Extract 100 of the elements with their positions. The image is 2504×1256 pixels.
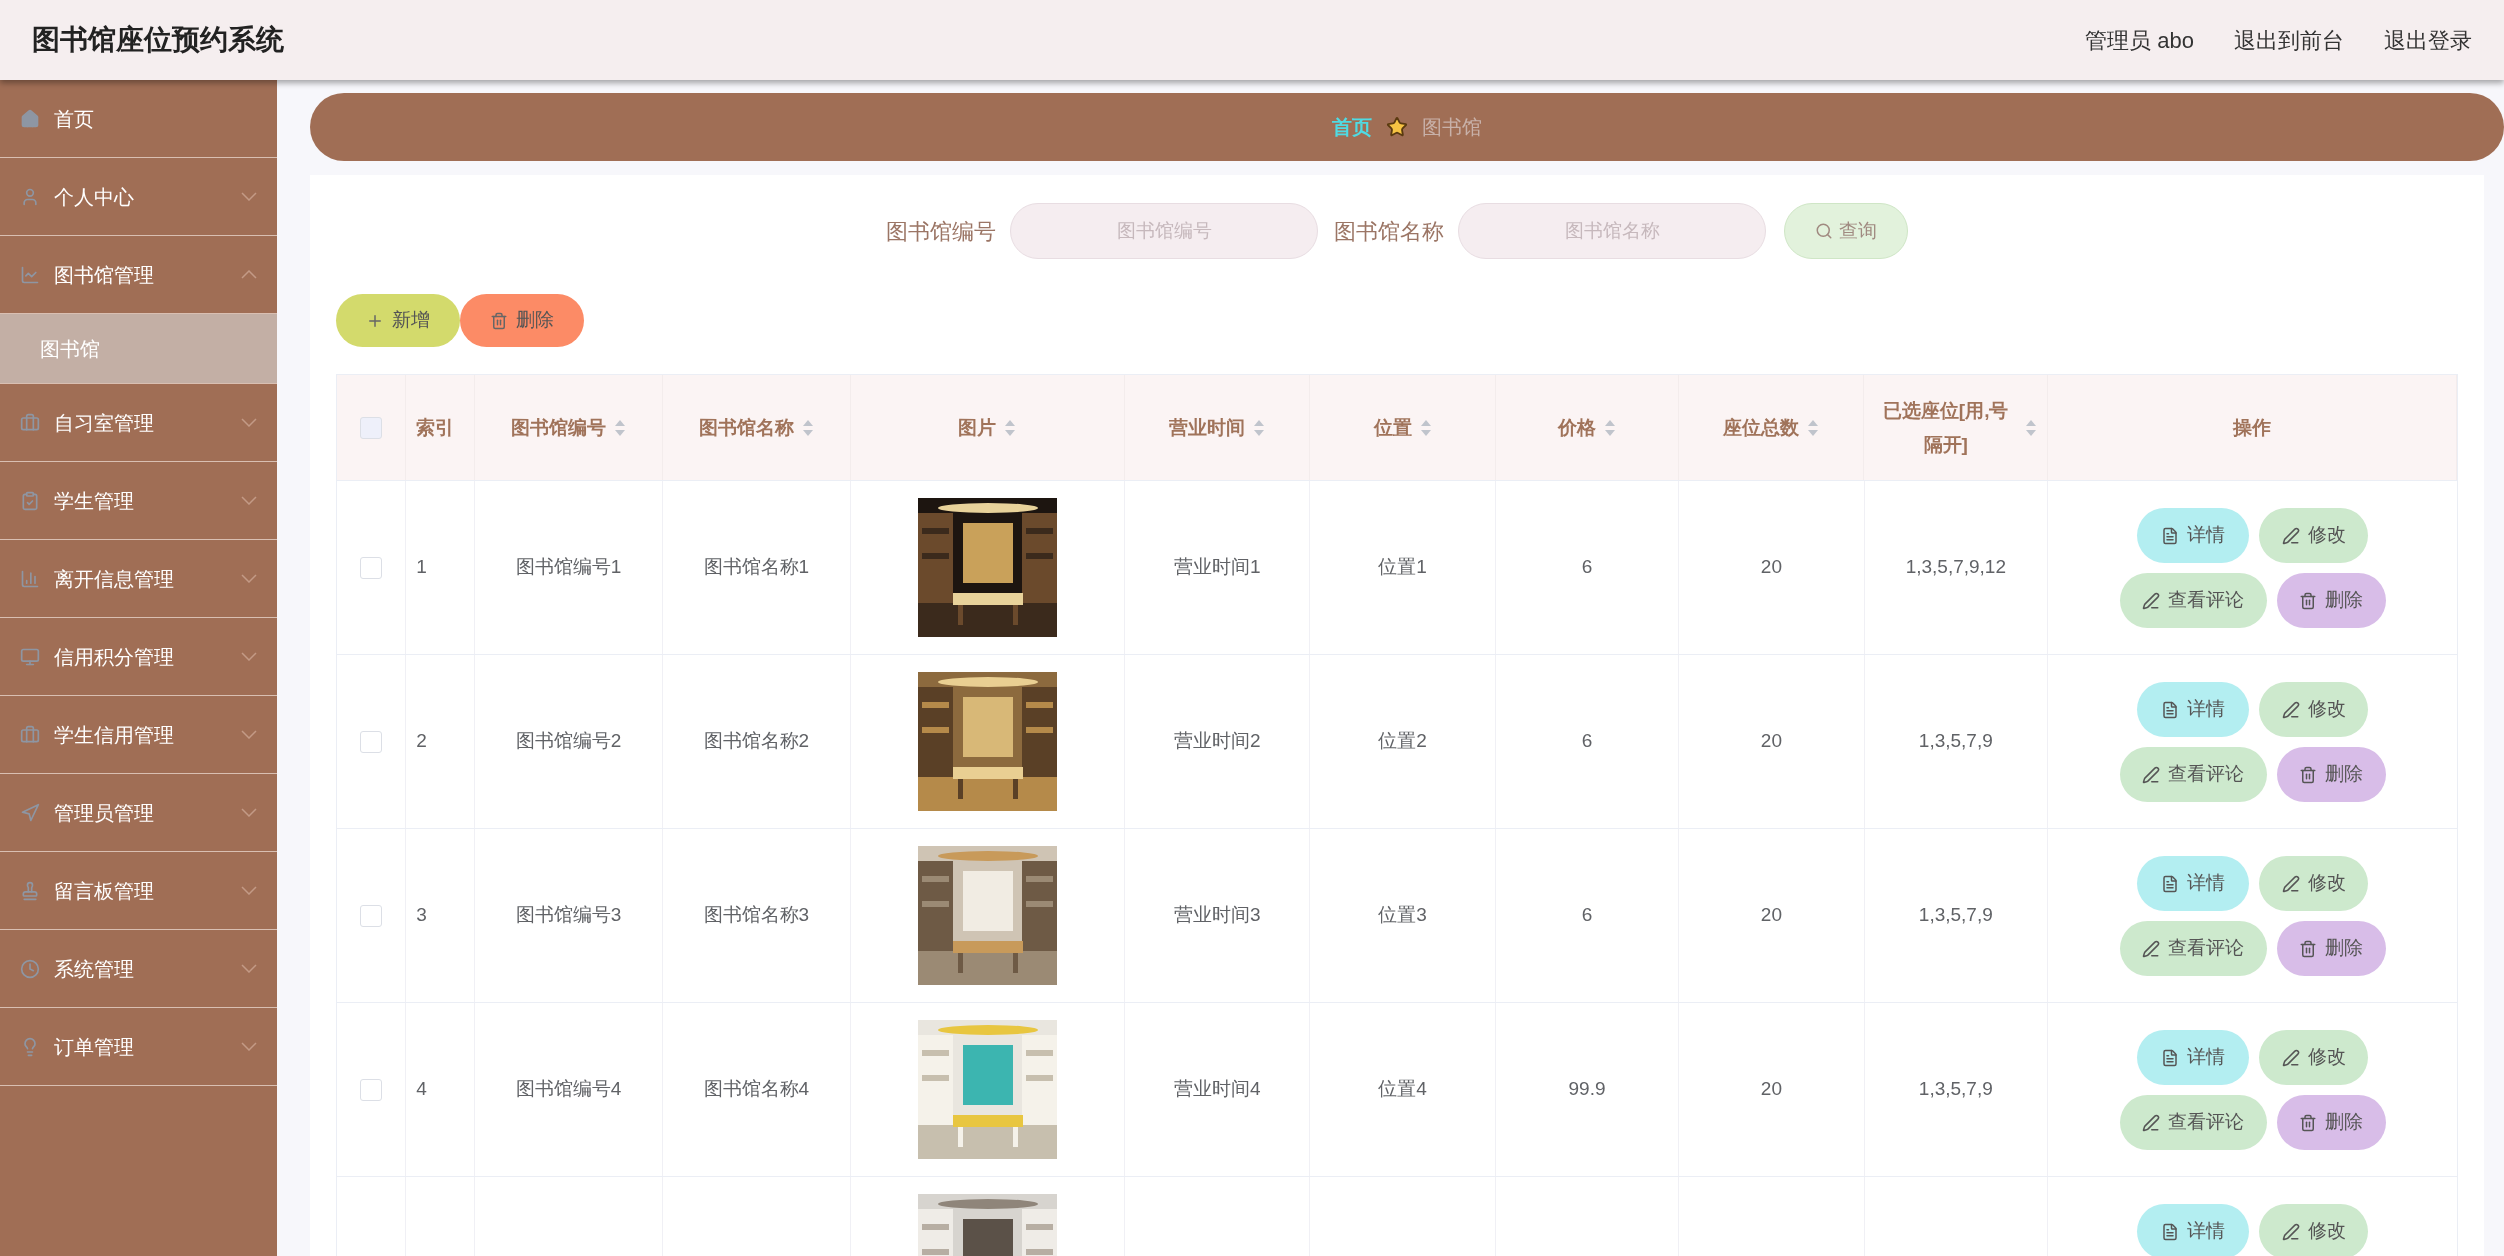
table-cell-text: 2: [416, 729, 427, 754]
sidebar-item[interactable]: 离开信息管理: [0, 540, 277, 618]
table-cell-text: 营业时间3: [1173, 903, 1261, 928]
action-button[interactable]: 查看评论: [2119, 921, 2267, 976]
checkbox[interactable]: [360, 1078, 383, 1101]
table-cell-text: 1: [416, 555, 427, 580]
chevron-down-icon[interactable]: [241, 1042, 257, 1051]
chevron-down-icon[interactable]: [241, 964, 257, 973]
sidebar-item[interactable]: 系统管理: [0, 930, 277, 1008]
chevron-down-icon[interactable]: [241, 730, 257, 739]
sort-icon[interactable]: [801, 418, 814, 437]
sidebar-item[interactable]: 管理员管理: [0, 774, 277, 852]
action-button[interactable]: 删除: [2276, 747, 2386, 802]
edit-icon: [2142, 1113, 2160, 1132]
clipboard-icon: [20, 490, 40, 511]
app-title: 图书馆座位预约系统: [32, 23, 284, 57]
column-header: 图书馆编号: [511, 415, 606, 440]
action-button[interactable]: 查看评论: [2119, 573, 2267, 628]
table-cell-text: 20: [1760, 1077, 1782, 1102]
sort-icon[interactable]: [1603, 418, 1616, 437]
table-cell-text: 图书馆名称1: [703, 555, 810, 580]
table-cell-text: 图书馆编号1: [515, 555, 622, 580]
bar-chart-icon: [20, 568, 40, 589]
table-cell-text: 位置1: [1378, 555, 1427, 580]
action-button[interactable]: 修改: [2259, 508, 2368, 563]
table-cell-text: 图书馆编号4: [515, 1077, 622, 1102]
action-button[interactable]: 查看评论: [2119, 1095, 2267, 1150]
action-button[interactable]: 修改: [2259, 682, 2368, 737]
sort-icon[interactable]: [1004, 418, 1017, 437]
sidebar-item[interactable]: 订单管理: [0, 1008, 277, 1086]
chevron-down-icon[interactable]: [241, 574, 257, 583]
checkbox[interactable]: [360, 416, 383, 439]
star-icon: [1386, 116, 1408, 138]
document-icon: [2161, 526, 2179, 545]
sort-icon[interactable]: [1419, 418, 1432, 437]
table-cell-text: 图书馆编号3: [515, 903, 622, 928]
header-link[interactable]: 退出到前台: [2234, 23, 2344, 57]
toolbar-button[interactable]: 删除: [460, 294, 584, 347]
action-button[interactable]: 查看评论: [2119, 747, 2267, 802]
sidebar-item[interactable]: 学生信用管理: [0, 696, 277, 774]
action-button[interactable]: 修改: [2259, 1030, 2368, 1085]
column-header: 已选座位[用,号隔开]: [1881, 398, 2010, 457]
sidebar-item[interactable]: 留言板管理: [0, 852, 277, 930]
trash-icon: [490, 311, 508, 330]
sort-icon[interactable]: [614, 418, 626, 437]
search-button[interactable]: 查询: [1784, 203, 1908, 259]
edit-icon: [2281, 1048, 2300, 1067]
user-label: 管理员 abo: [2085, 26, 2194, 55]
table-cell-text: 营业时间2: [1173, 729, 1261, 754]
edit-icon: [2281, 1222, 2300, 1241]
table-cell-text: 20: [1760, 729, 1782, 754]
sidebar-item[interactable]: 个人中心: [0, 158, 277, 236]
document-icon: [2161, 874, 2179, 893]
sort-icon[interactable]: [1807, 418, 1820, 437]
chevron-down-icon[interactable]: [241, 652, 257, 661]
chevron-down-icon[interactable]: [241, 418, 257, 427]
chevron-down-icon[interactable]: [241, 192, 257, 201]
sidebar-item[interactable]: 学生管理: [0, 462, 277, 540]
action-button[interactable]: 详情: [2137, 856, 2249, 911]
action-button[interactable]: 详情: [2137, 1030, 2249, 1085]
column-header: 图片: [958, 415, 997, 440]
table-cell-text: 图书馆编号2: [515, 729, 622, 754]
column-header: 索引: [416, 415, 455, 440]
checkbox[interactable]: [360, 904, 383, 927]
table-cell-text: 20: [1760, 555, 1782, 580]
edit-icon: [2281, 700, 2300, 719]
trash-icon: [2299, 765, 2317, 784]
checkbox[interactable]: [360, 556, 383, 579]
action-button[interactable]: 详情: [2137, 1204, 2249, 1256]
edit-icon: [2142, 765, 2160, 784]
monitor-icon: [20, 646, 40, 667]
table-cell-text: 3: [416, 903, 427, 928]
table-cell-text: 99.9: [1568, 1077, 1606, 1102]
search-label: 图书馆编号: [886, 217, 996, 246]
chevron-up-icon[interactable]: [241, 270, 257, 279]
sidebar-item[interactable]: 首页: [0, 80, 277, 158]
trash-icon: [2299, 591, 2317, 610]
clock-icon: [20, 958, 40, 979]
action-button[interactable]: 详情: [2137, 508, 2249, 563]
action-button[interactable]: 修改: [2259, 856, 2368, 911]
action-button[interactable]: 删除: [2276, 1095, 2386, 1150]
chevron-down-icon[interactable]: [241, 496, 257, 505]
breadcrumb-item[interactable]: 首页: [1332, 112, 1372, 142]
column-header: 价格: [1557, 415, 1596, 440]
sidebar-item[interactable]: 自习室管理: [0, 384, 277, 462]
action-button[interactable]: 修改: [2259, 1204, 2368, 1256]
action-button[interactable]: 删除: [2276, 921, 2386, 976]
sort-icon[interactable]: [1253, 418, 1266, 437]
toolbar-button[interactable]: 新增: [336, 294, 460, 347]
action-button[interactable]: 删除: [2276, 573, 2386, 628]
table-cell-text: 1,3,5,7,9: [1918, 729, 1993, 754]
header-link[interactable]: 退出登录: [2384, 23, 2472, 57]
sidebar-item[interactable]: 信用积分管理: [0, 618, 277, 696]
chevron-down-icon[interactable]: [241, 808, 257, 817]
sort-icon[interactable]: [2024, 418, 2037, 437]
chevron-down-icon[interactable]: [241, 886, 257, 895]
table-cell-text: 位置4: [1378, 1077, 1427, 1102]
action-button[interactable]: 详情: [2137, 682, 2249, 737]
checkbox[interactable]: [360, 730, 383, 753]
user-icon: [20, 186, 40, 207]
